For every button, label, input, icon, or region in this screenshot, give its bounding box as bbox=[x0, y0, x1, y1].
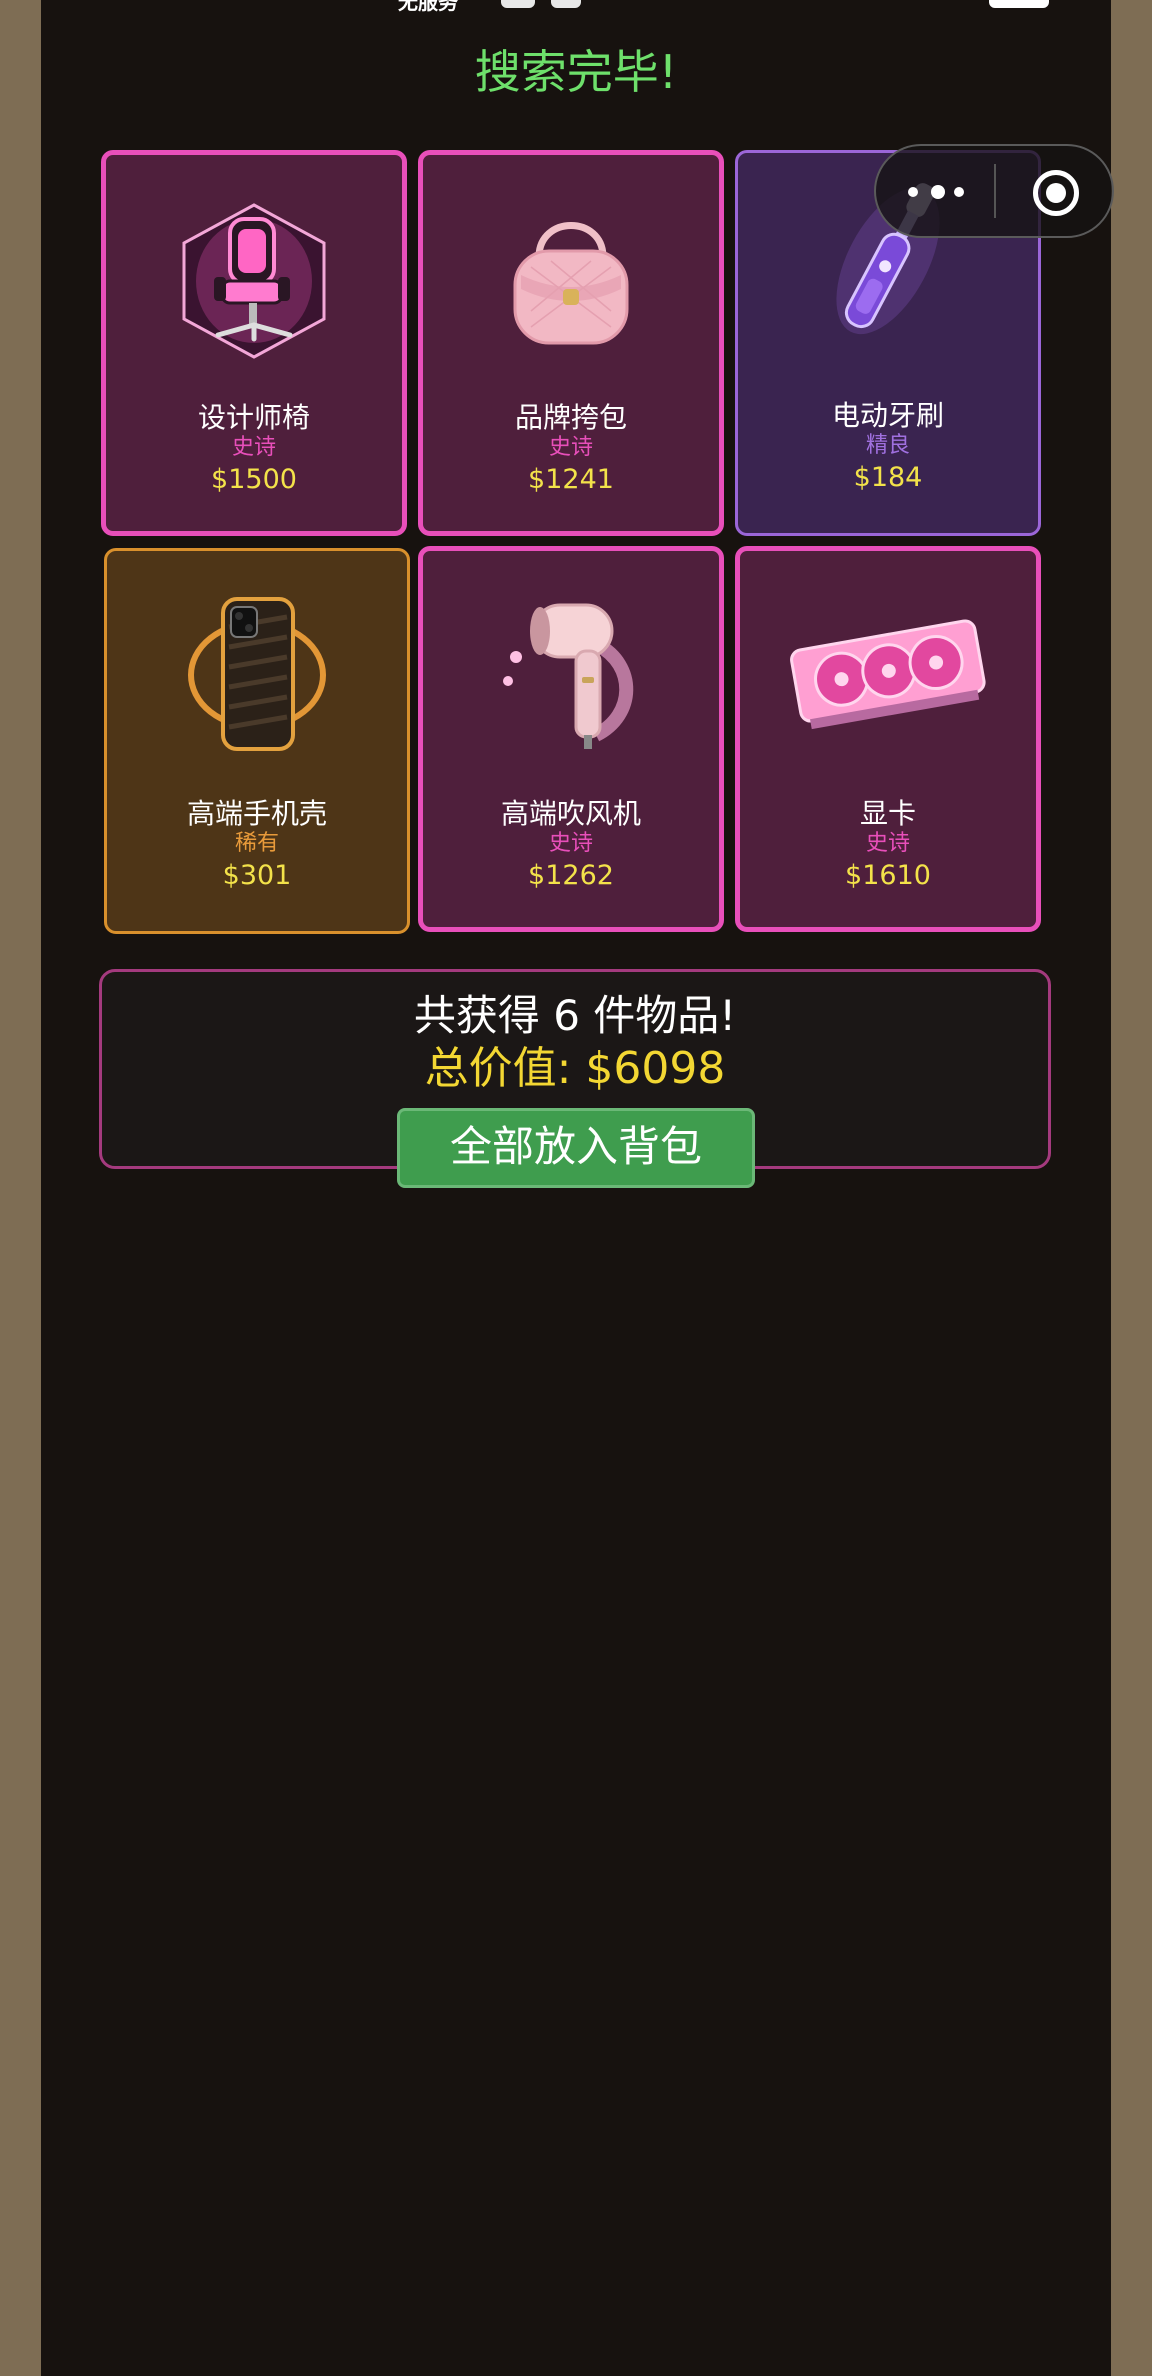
item-card[interactable]: 品牌挎包 史诗 $1241 bbox=[418, 150, 724, 536]
item-price: $1610 bbox=[845, 860, 931, 891]
game-panel: 无服务 搜索完毕! 设计师椅 史诗 $1500 品牌挎包 史诗 $1241 电动… bbox=[41, 0, 1111, 2376]
gaming-chair-icon bbox=[106, 201, 402, 359]
item-name: 高端手机壳 bbox=[186, 797, 327, 830]
item-rarity: 史诗 bbox=[231, 435, 276, 460]
total-value-text: 总价值: $6098 bbox=[424, 1043, 726, 1094]
status-bar: 无服务 bbox=[41, 0, 1111, 14]
mini-program-capsule bbox=[874, 144, 1114, 238]
item-card[interactable]: 高端吹风机 史诗 $1262 bbox=[418, 546, 724, 932]
item-price: $1500 bbox=[211, 464, 297, 495]
item-name: 高端吹风机 bbox=[500, 797, 641, 830]
item-price: $1262 bbox=[528, 860, 614, 891]
pack-all-button[interactable]: 全部放入背包 bbox=[397, 1108, 755, 1188]
clock-fragment bbox=[551, 0, 581, 8]
clock-fragment bbox=[501, 0, 535, 8]
item-card[interactable]: 设计师椅 史诗 $1500 bbox=[101, 150, 407, 536]
item-price: $184 bbox=[853, 462, 923, 493]
close-circle-icon[interactable] bbox=[996, 146, 1112, 236]
item-rarity: 史诗 bbox=[548, 435, 593, 460]
battery-icon bbox=[989, 0, 1049, 8]
item-price: $1241 bbox=[528, 464, 614, 495]
item-card[interactable]: 高端手机壳 稀有 $301 bbox=[104, 548, 410, 934]
item-name: 品牌挎包 bbox=[514, 401, 627, 434]
item-rarity: 史诗 bbox=[865, 831, 910, 856]
item-rarity: 史诗 bbox=[548, 831, 593, 856]
carrier-label: 无服务 bbox=[398, 0, 458, 14]
handbag-icon bbox=[423, 201, 719, 351]
item-rarity: 稀有 bbox=[234, 831, 279, 856]
item-name: 设计师椅 bbox=[197, 401, 310, 434]
item-rarity: 精良 bbox=[865, 433, 910, 458]
more-dots-icon[interactable] bbox=[876, 146, 994, 236]
graphics-card-icon bbox=[740, 597, 1036, 747]
item-name: 电动牙刷 bbox=[831, 399, 944, 432]
hair-dryer-icon bbox=[423, 597, 719, 749]
phone-case-icon bbox=[107, 597, 407, 751]
item-name: 显卡 bbox=[859, 797, 916, 830]
search-complete-title: 搜索完毕! bbox=[474, 45, 678, 99]
item-count-text: 共获得 6 件物品! bbox=[413, 991, 737, 1040]
item-card[interactable]: 显卡 史诗 $1610 bbox=[735, 546, 1041, 932]
item-price: $301 bbox=[222, 860, 292, 891]
